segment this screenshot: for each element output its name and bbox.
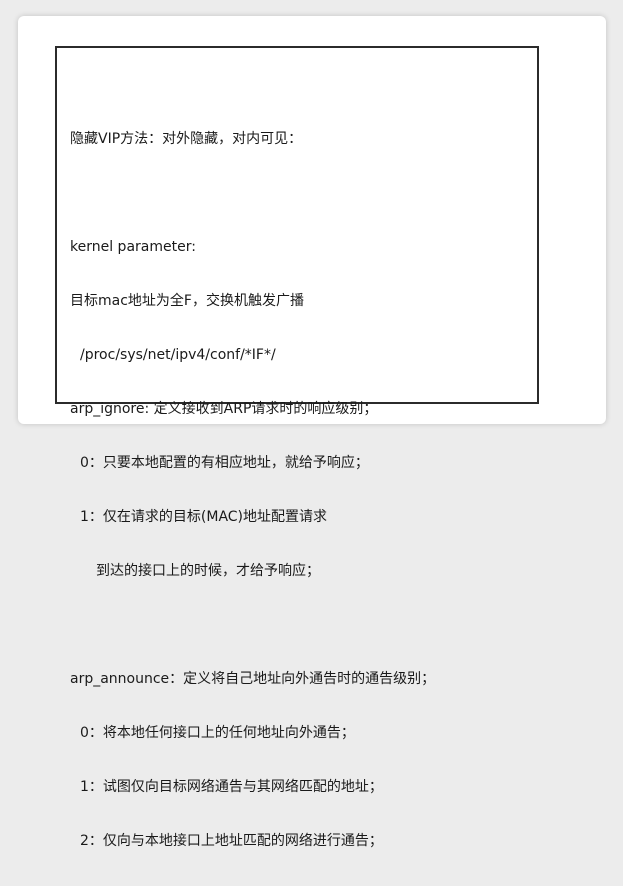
arp-announce-option-0: 0：将本地任何接口上的任何地址向外通告； bbox=[80, 725, 355, 741]
target-mac-note: 目标mac地址为全F，交换机触发广播 bbox=[70, 293, 304, 309]
arp-ignore-option-1-line-1: 1：仅在请求的目标(MAC)地址配置请求 bbox=[80, 509, 328, 525]
arp-ignore-option-1-line-2: 到达的接口上的时候，才给予响应； bbox=[96, 563, 320, 579]
proc-path: /proc/sys/net/ipv4/conf/*IF*/ bbox=[80, 347, 276, 363]
arp-announce-option-1: 1：试图仅向目标网络通告与其网络匹配的地址； bbox=[80, 779, 383, 795]
heading: 隐藏VIP方法：对外隐藏，对内可见： bbox=[70, 131, 303, 147]
content-box: 隐藏VIP方法：对外隐藏，对内可见： kernel parameter: 目标m… bbox=[55, 46, 539, 849]
arp-ignore-title: arp_ignore: 定义接收到ARP请求时的响应级别； bbox=[70, 401, 378, 417]
kernel-parameter-label: kernel parameter: bbox=[70, 239, 196, 255]
arp-ignore-option-0: 0：只要本地配置的有相应地址，就给予响应； bbox=[80, 455, 369, 471]
arp-announce-title: arp_announce：定义将自己地址向外通告时的通告级别； bbox=[70, 671, 436, 687]
arp-announce-option-2: 2：仅向与本地接口上地址匹配的网络进行通告； bbox=[80, 833, 383, 849]
slide-card: 隐藏VIP方法：对外隐藏，对内可见： kernel parameter: 目标m… bbox=[18, 16, 606, 849]
content-lines: 隐藏VIP方法：对外隐藏，对内可见： kernel parameter: 目标m… bbox=[70, 94, 531, 886]
